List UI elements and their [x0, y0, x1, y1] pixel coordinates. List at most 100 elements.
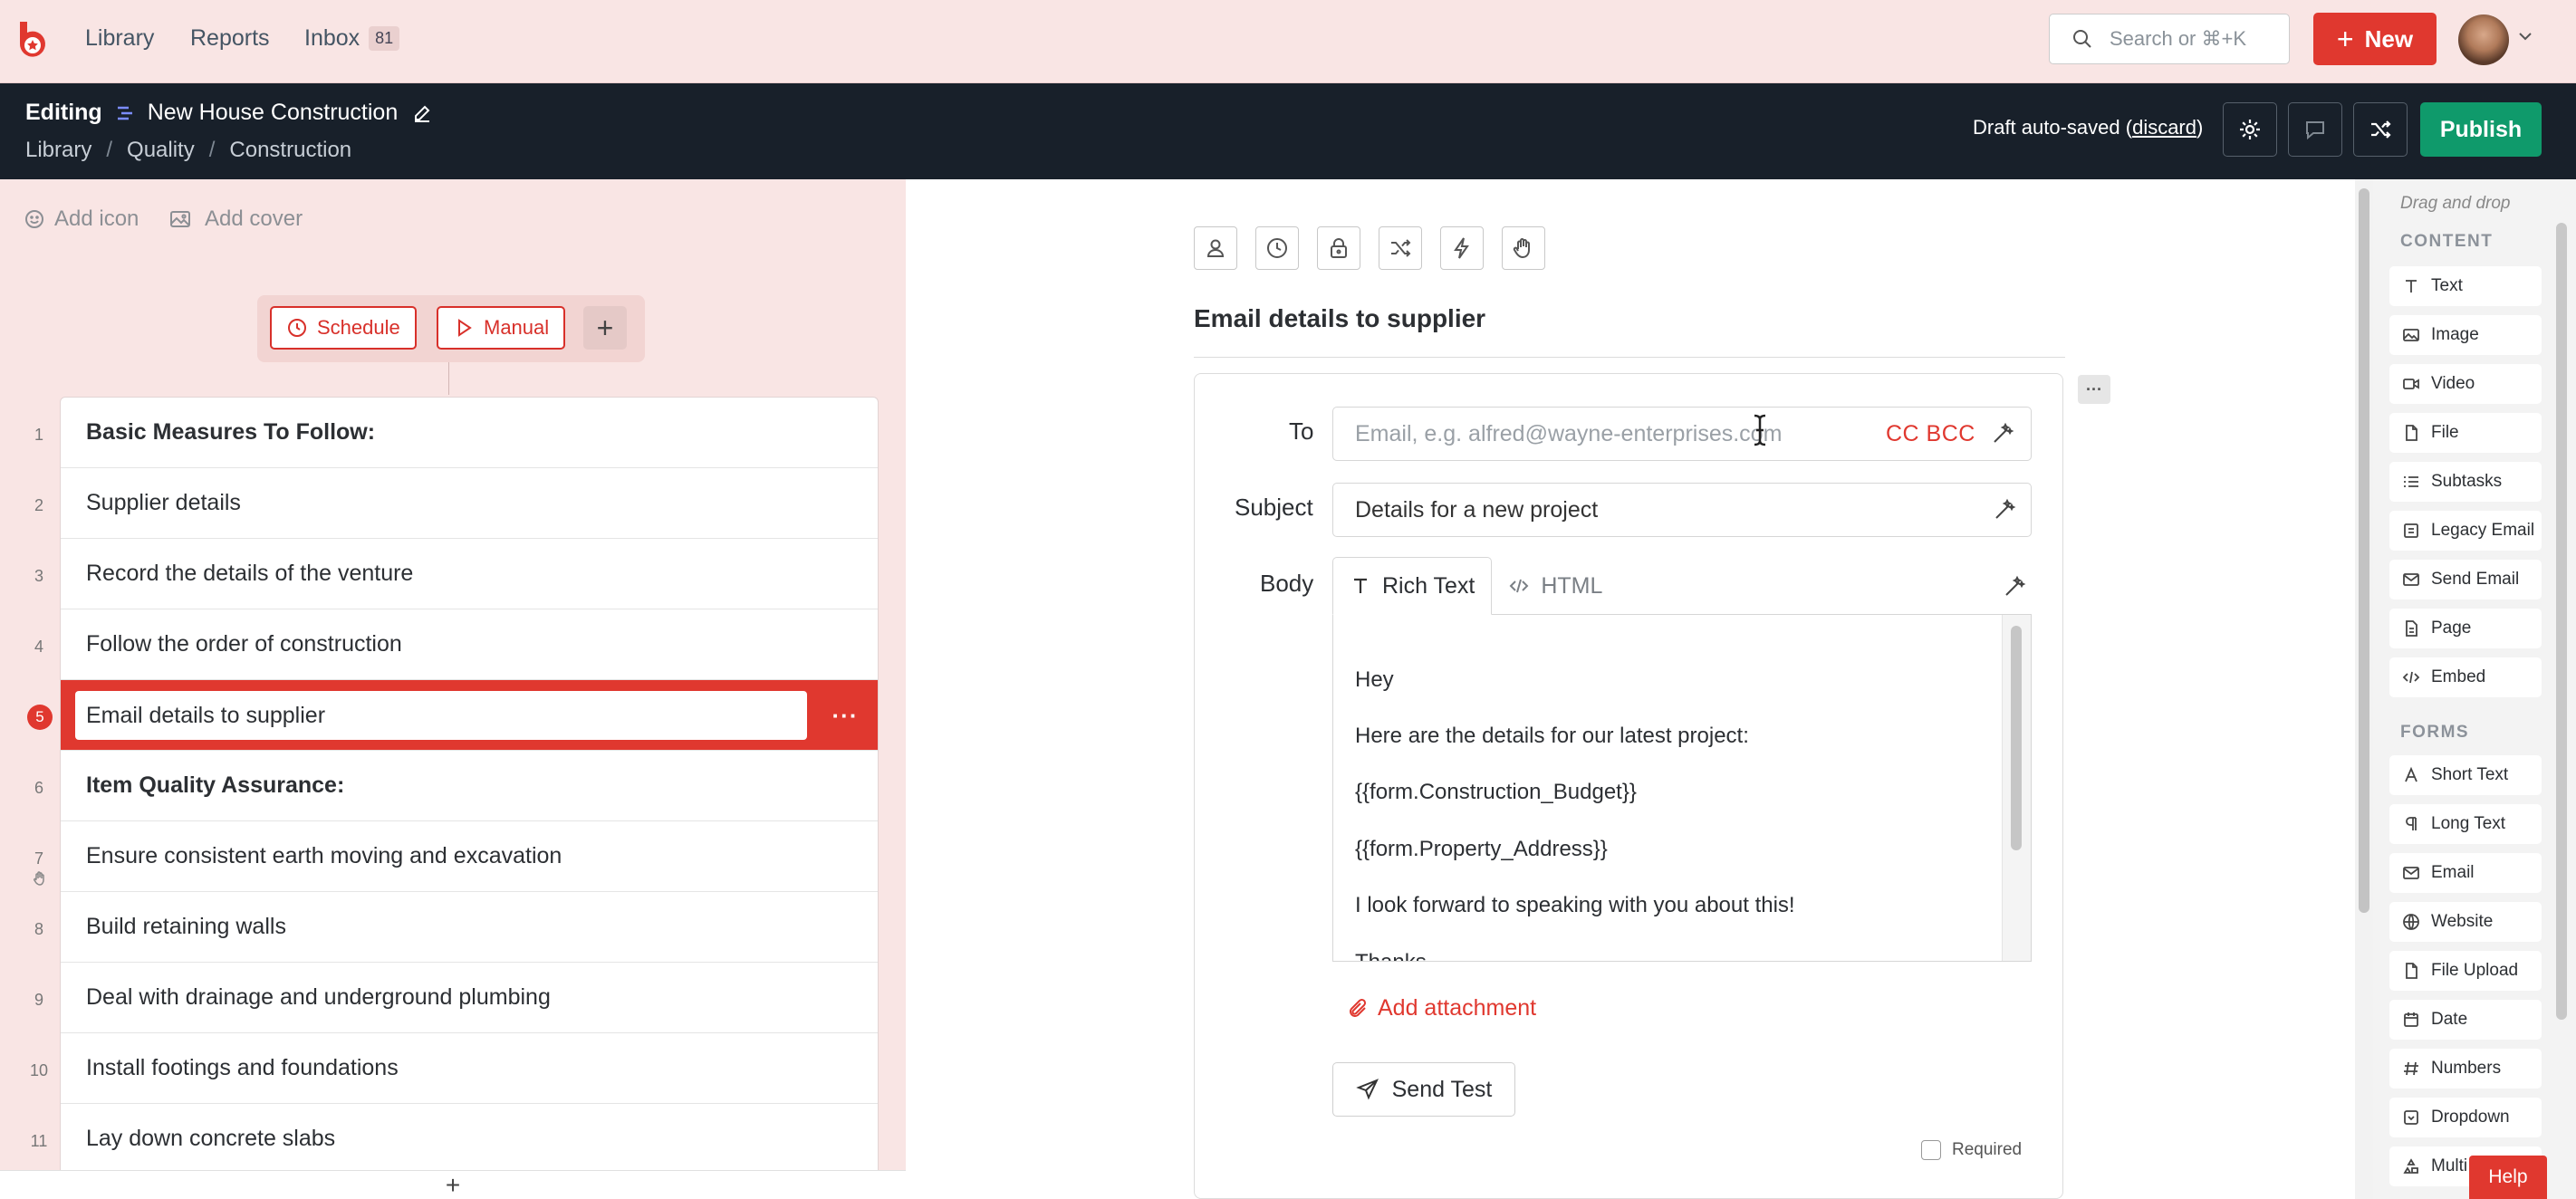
palette-legacy-email[interactable]: Legacy Email	[2389, 511, 2542, 551]
palette-dropdown[interactable]: Dropdown	[2389, 1098, 2542, 1137]
shuffle-icon	[1391, 239, 1411, 257]
task-row[interactable]: Install footings and foundations	[61, 1033, 878, 1104]
task-title[interactable]: Email details to supplier	[1194, 304, 1485, 333]
palette-date[interactable]: Date	[2389, 1000, 2542, 1040]
task-settings-toolbar	[1194, 226, 1545, 270]
publish-button[interactable]: Publish	[2420, 102, 2542, 157]
task-row[interactable]: Record the details of the venture	[61, 539, 878, 609]
palette-short-text[interactable]: Short Text	[2389, 755, 2542, 795]
required-toggle[interactable]: Required	[1921, 1140, 2022, 1160]
comment-icon	[2306, 121, 2324, 140]
task-name-input[interactable]: Email details to supplier	[75, 691, 807, 740]
main-scrollbar[interactable]	[2355, 179, 2373, 1199]
task-row[interactable]: Item Quality Assurance:	[61, 751, 878, 821]
drag-and-drop-hint: Drag and drop	[2400, 194, 2511, 213]
palette-email[interactable]: Email	[2389, 853, 2542, 893]
palette-embed[interactable]: Embed	[2389, 657, 2542, 697]
widget-more-options-icon[interactable]: ···	[2078, 375, 2110, 404]
shuffle-button[interactable]	[2353, 102, 2408, 157]
subject-label: Subject	[1235, 494, 1313, 521]
add-cover-button[interactable]: Add cover	[168, 206, 303, 232]
search-placeholder: Search or ⌘+K	[2110, 27, 2247, 50]
palette-file[interactable]: File	[2389, 413, 2542, 453]
chevron-down-icon[interactable]	[2516, 27, 2534, 45]
plus-icon: +	[2336, 23, 2354, 55]
task-row[interactable]: Supplier details	[61, 468, 878, 539]
palette-text[interactable]: Text	[2389, 266, 2542, 306]
magic-wand-icon[interactable]	[1993, 498, 2016, 522]
send-test-button[interactable]: Send Test	[1332, 1062, 1515, 1117]
nav-reports-link[interactable]: Reports	[190, 25, 270, 52]
inbox-count-badge: 81	[369, 26, 400, 51]
palette-scrollbar[interactable]	[2552, 216, 2571, 1199]
breadcrumb-construction[interactable]: Construction	[229, 138, 351, 163]
new-button[interactable]: + New	[2313, 13, 2437, 65]
assign-button[interactable]	[1194, 226, 1237, 270]
nav-library-link[interactable]: Library	[85, 25, 154, 52]
tab-rich-text[interactable]: Rich Text	[1332, 557, 1493, 615]
schedule-trigger-button[interactable]: Schedule	[270, 306, 417, 350]
manual-trigger-button[interactable]: Manual	[437, 306, 566, 350]
body-line: {{form.Property_Address}}	[1355, 837, 1608, 861]
settings-button[interactable]	[2223, 102, 2277, 157]
add-icon-button[interactable]: Add icon	[24, 206, 139, 232]
magic-wand-icon[interactable]	[1991, 422, 2014, 446]
palette-long-text[interactable]: Long Text	[2389, 804, 2542, 844]
main-scrollbar-thumb[interactable]	[2359, 188, 2369, 913]
task-row[interactable]: Basic Measures To Follow:	[61, 398, 878, 468]
add-task-button[interactable]: +	[0, 1170, 906, 1199]
clock-icon	[1267, 238, 1287, 258]
breadcrumb: Library / Quality / Construction	[25, 138, 351, 163]
stop-task-button[interactable]	[1502, 226, 1545, 270]
task-row[interactable]: Ensure consistent earth moving and excav…	[61, 821, 878, 892]
magic-wand-icon[interactable]	[2003, 575, 2026, 599]
palette-numbers[interactable]: Numbers	[2389, 1049, 2542, 1089]
email-body-editor[interactable]: Hey Here are the details for our latest …	[1332, 614, 2032, 962]
drag-hand-icon[interactable]	[31, 869, 49, 887]
subject-input[interactable]: Details for a new project	[1332, 483, 2032, 537]
add-trigger-button[interactable]: +	[583, 306, 627, 350]
due-date-button[interactable]	[1255, 226, 1299, 270]
task-row[interactable]: Build retaining walls	[61, 892, 878, 963]
edit-name-icon[interactable]	[412, 103, 432, 123]
permissions-button[interactable]	[1317, 226, 1360, 270]
palette-website[interactable]: Website	[2389, 902, 2542, 942]
conditional-logic-button[interactable]	[1379, 226, 1422, 270]
palette-scrollbar-thumb[interactable]	[2556, 223, 2567, 1020]
user-avatar[interactable]	[2458, 14, 2509, 65]
to-email-input[interactable]: Email, e.g. alfred@wayne-enterprises.com…	[1332, 407, 2032, 461]
automation-button[interactable]	[1440, 226, 1484, 270]
task-row[interactable]: Deal with drainage and underground plumb…	[61, 963, 878, 1033]
editor-scrollbar[interactable]	[2002, 615, 2031, 961]
required-checkbox[interactable]	[1921, 1140, 1941, 1160]
breadcrumb-library[interactable]: Library	[25, 138, 91, 163]
palette-send-email[interactable]: Send Email	[2389, 560, 2542, 600]
discard-link[interactable]: discard	[2132, 116, 2196, 139]
task-label: Item Quality Assurance:	[86, 772, 345, 798]
tab-html[interactable]: HTML	[1492, 557, 1619, 615]
top-navigation-bar: Library Reports Inbox 81 Search or ⌘+K + N…	[0, 0, 2576, 83]
workflow-name: New House Construction	[147, 100, 399, 125]
add-attachment-link[interactable]: Add attachment	[1347, 995, 1536, 1022]
search-input[interactable]: Search or ⌘+K	[2049, 14, 2290, 64]
task-row[interactable]: Follow the order of construction	[61, 609, 878, 680]
cc-bcc-toggle[interactable]: CC BCC	[1886, 421, 1975, 447]
palette-image[interactable]: Image	[2389, 315, 2542, 355]
to-label: To	[1289, 417, 1314, 445]
palette-file-upload[interactable]: File Upload	[2389, 951, 2542, 991]
comments-button[interactable]	[2288, 102, 2342, 157]
nav-inbox-link[interactable]: Inbox 81	[304, 25, 400, 52]
task-row-active[interactable]: Email details to supplier ···	[61, 680, 878, 751]
breadcrumb-quality[interactable]: Quality	[127, 138, 195, 163]
code-icon	[1509, 579, 1529, 593]
widget-palette: Drag and drop CONTENT Text Image Video F…	[2373, 179, 2576, 1199]
editor-scrollbar-thumb[interactable]	[2011, 626, 2022, 850]
palette-video[interactable]: Video	[2389, 364, 2542, 404]
palette-page[interactable]: Page	[2389, 609, 2542, 648]
palette-label: Dropdown	[2431, 1108, 2510, 1127]
help-button[interactable]: Help	[2469, 1156, 2547, 1199]
task-more-options-icon[interactable]: ···	[827, 700, 863, 731]
task-row[interactable]: Lay down concrete slabs	[61, 1104, 878, 1175]
palette-subtasks[interactable]: Subtasks	[2389, 462, 2542, 502]
app-logo-icon[interactable]	[11, 18, 53, 60]
